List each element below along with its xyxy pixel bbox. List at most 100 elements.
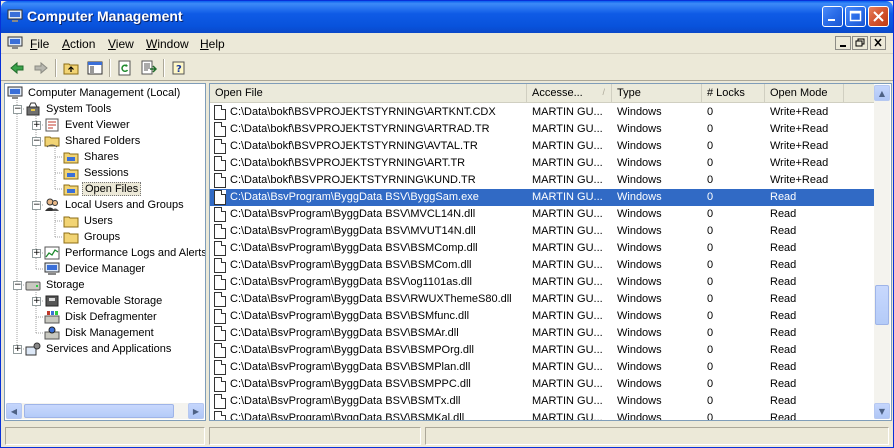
users-icon — [44, 198, 60, 212]
tree-collapse-shared-folders[interactable]: − — [32, 137, 41, 146]
tree-item-computer-management[interactable]: Computer Management (Local) — [7, 85, 182, 101]
tree-item-local-users-and-groups[interactable]: Local Users and Groups — [44, 197, 186, 213]
list-vertical-scrollbar[interactable]: ▲ ▼ — [874, 85, 890, 419]
mdi-minimize-button[interactable] — [835, 36, 851, 50]
table-row[interactable]: C:\Data\BsvProgram\ByggData BSV\RWUXThem… — [210, 291, 874, 308]
table-row[interactable]: C:\Data\BsvProgram\ByggData BSV\og1101as… — [210, 274, 874, 291]
tree-item-services-and-applications[interactable]: Services and Applications — [25, 341, 173, 357]
cell-accessed-by: MARTIN GU... — [532, 310, 603, 322]
mdi-child-icon[interactable] — [7, 36, 23, 53]
column-label: Type — [617, 87, 641, 99]
close-button[interactable] — [868, 6, 889, 27]
tree-item-device-manager[interactable]: Device Manager — [44, 261, 147, 277]
minimize-button[interactable] — [822, 6, 843, 27]
tree-expand-services[interactable]: + — [13, 345, 22, 354]
mdi-restore-button[interactable] — [852, 36, 868, 50]
table-row[interactable]: C:\Data\BsvProgram\ByggData BSV\BSMComp.… — [210, 240, 874, 257]
table-row[interactable]: C:\Data\BsvProgram\ByggData BSV\MVCL14N.… — [210, 206, 874, 223]
menu-view[interactable]: View — [108, 37, 134, 51]
table-row[interactable]: C:\Data\BsvProgram\ByggData BSV\ByggSam.… — [210, 189, 874, 206]
tree-item-open-files[interactable]: Open Files — [63, 181, 142, 197]
tree-collapse-storage[interactable]: − — [13, 281, 22, 290]
table-row[interactable]: C:\Data\BsvProgram\ByggData BSV\BSMPlan.… — [210, 359, 874, 376]
table-row[interactable]: C:\Data\BsvProgram\ByggData BSV\BSMTx.dl… — [210, 393, 874, 410]
tree-item-label: Groups — [84, 231, 121, 243]
cell-accessed-by: MARTIN GU... — [532, 412, 603, 421]
tree-item-label: Performance Logs and Alerts — [65, 247, 206, 259]
open-files-list[interactable]: Open File Accesse... / Type # Locks Open … — [209, 83, 892, 421]
help-icon[interactable]: ? — [169, 58, 189, 78]
table-row[interactable]: C:\Data\bokf\BSVPROJEKTSTYRNING\KUND.TR M… — [210, 172, 874, 189]
cell-accessed-by: MARTIN GU... — [532, 395, 603, 407]
tree-item-shares[interactable]: Shares — [63, 149, 121, 165]
tree-item-sessions[interactable]: Sessions — [63, 165, 131, 181]
table-row[interactable]: C:\Data\bokf\BSVPROJEKTSTYRNING\ARTRAD.T… — [210, 121, 874, 138]
title-bar[interactable]: Computer Management — [1, 1, 893, 33]
maximize-button[interactable] — [845, 6, 866, 27]
cell-mode: Read — [770, 395, 797, 407]
cell-accessed-by: MARTIN GU... — [532, 191, 603, 203]
table-row[interactable]: C:\Data\bokf\BSVPROJEKTSTYRNING\ART.TR MA… — [210, 155, 874, 172]
up-folder-icon[interactable] — [61, 58, 81, 78]
forward-icon[interactable] — [31, 58, 51, 78]
cell-type: Windows — [617, 310, 662, 322]
sort-ascending-icon: / — [602, 87, 605, 97]
tree-item-shared-folders[interactable]: Shared Folders — [44, 133, 142, 149]
tree-expand-event-viewer[interactable]: + — [32, 121, 41, 130]
cell-accessed-by: MARTIN GU... — [532, 225, 603, 237]
cell-mode: Read — [770, 259, 797, 271]
console-tree[interactable]: Computer Management (Local) − System Too… — [4, 83, 206, 421]
tools-icon — [25, 102, 41, 116]
column-header-locks[interactable]: # Locks — [702, 84, 765, 103]
column-header-accessed-by[interactable]: Accesse... / — [527, 84, 612, 103]
menu-help[interactable]: Help — [200, 37, 225, 51]
tree-item-disk-management[interactable]: Disk Management — [44, 325, 156, 341]
tree-item-groups[interactable]: Groups — [63, 229, 122, 245]
mdi-close-button[interactable] — [870, 36, 886, 50]
tree-collapse-system-tools[interactable]: − — [13, 105, 22, 114]
table-row[interactable]: C:\Data\BsvProgram\ByggData BSV\MVUT14N.… — [210, 223, 874, 240]
tree-expand-removable-storage[interactable]: + — [32, 297, 41, 306]
back-icon[interactable] — [7, 58, 27, 78]
scroll-thumb[interactable] — [875, 285, 889, 325]
refresh-icon[interactable] — [115, 58, 135, 78]
table-row[interactable]: C:\Data\BsvProgram\ByggData BSV\BSMPPC.d… — [210, 376, 874, 393]
tree-item-storage[interactable]: Storage — [25, 277, 87, 293]
table-row[interactable]: C:\Data\BsvProgram\ByggData BSV\BSMCom.d… — [210, 257, 874, 274]
tree-item-removable-storage[interactable]: Removable Storage — [44, 293, 164, 309]
scroll-up-icon[interactable]: ▲ — [874, 85, 890, 101]
folder-icon — [63, 182, 79, 196]
status-bar — [1, 424, 893, 447]
table-row[interactable]: C:\Data\BsvProgram\ByggData BSV\BSMfunc.… — [210, 308, 874, 325]
cell-mode: Read — [770, 327, 797, 339]
scroll-left-icon[interactable]: ◀ — [6, 403, 22, 419]
column-header-open-file[interactable]: Open File — [210, 84, 527, 103]
table-row[interactable]: C:\Data\bokf\BSVPROJEKTSTYRNING\AVTAL.TR… — [210, 138, 874, 155]
tree-item-performance-logs[interactable]: Performance Logs and Alerts — [44, 245, 206, 261]
menu-file[interactable]: File — [30, 37, 49, 51]
menu-window[interactable]: Window — [146, 37, 189, 51]
show-hide-tree-icon[interactable] — [85, 58, 105, 78]
tree-item-users[interactable]: Users — [63, 213, 115, 229]
toolbar-separator — [163, 59, 165, 77]
tree-horizontal-scrollbar[interactable]: ◀ ▶ — [6, 403, 204, 419]
cell-locks: 0 — [707, 276, 714, 288]
export-list-icon[interactable] — [139, 58, 159, 78]
table-row[interactable]: C:\Data\BsvProgram\ByggData BSV\BSMAr.dl… — [210, 325, 874, 342]
scroll-thumb[interactable] — [24, 404, 174, 418]
tree-item-disk-defragmenter[interactable]: Disk Defragmenter — [44, 309, 159, 325]
table-row[interactable]: C:\Data\BsvProgram\ByggData BSV\BSMKal.d… — [210, 410, 874, 421]
table-row[interactable]: C:\Data\BsvProgram\ByggData BSV\BSMPOrg.… — [210, 342, 874, 359]
tree-item-event-viewer[interactable]: Event Viewer — [44, 117, 132, 133]
table-row[interactable]: C:\Data\bokf\BSVPROJEKTSTYRNING\ARTKNT.C… — [210, 104, 874, 121]
tree-expand-performance-logs[interactable]: + — [32, 249, 41, 258]
tree-item-system-tools[interactable]: System Tools — [25, 101, 113, 117]
column-header-type[interactable]: Type — [612, 84, 702, 103]
cell-locks: 0 — [707, 412, 714, 421]
scroll-down-icon[interactable]: ▼ — [874, 403, 890, 419]
menu-action[interactable]: Action — [62, 37, 95, 51]
tree-collapse-local-users[interactable]: − — [32, 201, 41, 210]
cell-type: Windows — [617, 157, 662, 169]
column-header-open-mode[interactable]: Open Mode — [765, 84, 844, 103]
scroll-right-icon[interactable]: ▶ — [188, 403, 204, 419]
